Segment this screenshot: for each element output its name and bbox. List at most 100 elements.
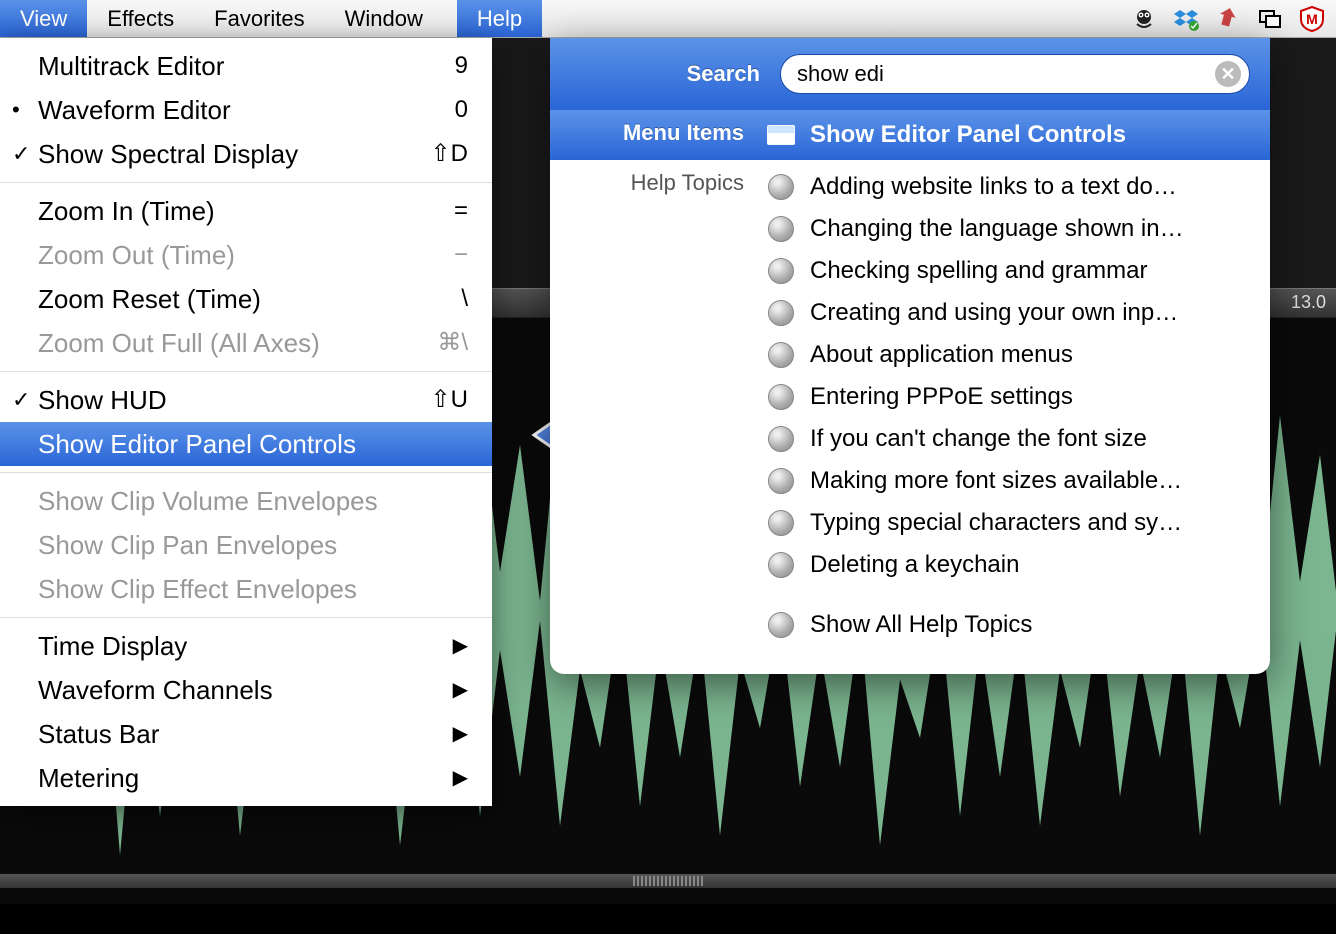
tray-arrow-icon[interactable] bbox=[1214, 5, 1242, 33]
help-menu-items-row[interactable]: Menu Items Show Editor Panel Controls bbox=[550, 110, 1270, 160]
help-topic-icon bbox=[766, 550, 796, 580]
submenu-arrow-icon: ▶ bbox=[453, 716, 468, 752]
help-topic-icon bbox=[766, 424, 796, 454]
checkmark-icon: ✓ bbox=[12, 382, 38, 418]
view-menu-item[interactable]: Status Bar▶ bbox=[0, 712, 492, 756]
menu-separator bbox=[0, 371, 492, 372]
checkmark-icon: ✓ bbox=[12, 136, 38, 172]
ruler-mark: 13.0 bbox=[1291, 292, 1326, 313]
help-topic-icon bbox=[766, 214, 796, 244]
view-menu-item: Show Clip Effect Envelopes bbox=[0, 567, 492, 611]
view-menu-item: Show Clip Volume Envelopes bbox=[0, 479, 492, 523]
menu-shortcut: 0 bbox=[455, 92, 468, 128]
help-topic-icon bbox=[766, 382, 796, 412]
search-label: Search bbox=[550, 61, 760, 87]
menu-item-label: Show Spectral Display bbox=[38, 136, 431, 172]
view-menu-item[interactable]: Multitrack Editor9 bbox=[0, 44, 492, 88]
menu-separator bbox=[0, 617, 492, 618]
menu-item-label: Show Clip Pan Envelopes bbox=[38, 527, 468, 563]
help-topic-icon bbox=[766, 172, 796, 202]
menu-result-icon bbox=[766, 120, 796, 150]
help-show-all-row: Show All Help Topics bbox=[550, 592, 1270, 650]
menu-item-label: Multitrack Editor bbox=[38, 48, 455, 84]
menu-shortcut: ⇧D bbox=[431, 136, 468, 172]
help-menu-panel: Search ✕ Menu Items Show Editor Panel Co… bbox=[550, 38, 1270, 674]
view-menu-item[interactable]: ✓Show HUD⇧U bbox=[0, 378, 492, 422]
view-menu-item: Zoom Out Full (All Axes)⌘\ bbox=[0, 321, 492, 365]
help-topic-label: Creating and using your own inp… bbox=[810, 299, 1178, 327]
show-all-help-topics[interactable]: Show All Help Topics bbox=[766, 606, 1256, 644]
mcafee-icon[interactable]: M bbox=[1298, 5, 1326, 33]
help-topic-label: Entering PPPoE settings bbox=[810, 383, 1073, 411]
show-all-label: Show All Help Topics bbox=[810, 611, 1032, 639]
menu-effects[interactable]: Effects bbox=[87, 0, 194, 37]
view-menu-item[interactable]: Waveform Channels▶ bbox=[0, 668, 492, 712]
help-topic-item[interactable]: Creating and using your own inp… bbox=[766, 292, 1256, 334]
clear-search-icon[interactable]: ✕ bbox=[1215, 61, 1241, 87]
menu-item-label: Zoom Out (Time) bbox=[38, 237, 454, 273]
view-menu-item: Zoom Out (Time)− bbox=[0, 233, 492, 277]
help-topic-label: If you can't change the font size bbox=[810, 425, 1147, 453]
view-menu-item[interactable]: Time Display▶ bbox=[0, 624, 492, 668]
menu-window[interactable]: Window bbox=[325, 0, 443, 37]
help-topic-icon bbox=[766, 340, 796, 370]
view-menu-item[interactable]: Metering▶ bbox=[0, 756, 492, 800]
view-menu-dropdown: Multitrack Editor9•Waveform Editor0✓Show… bbox=[0, 38, 492, 806]
menu-shortcut: = bbox=[454, 193, 468, 229]
help-topics-row: Help Topics Adding website links to a te… bbox=[550, 160, 1270, 592]
help-topic-label: Changing the language shown in… bbox=[810, 215, 1184, 243]
help-menu-result-label: Show Editor Panel Controls bbox=[810, 121, 1126, 149]
menu-shortcut: ⇧U bbox=[431, 382, 468, 418]
menu-favorites[interactable]: Favorites bbox=[194, 0, 324, 37]
help-topic-label: Making more font sizes available… bbox=[810, 467, 1182, 495]
help-topic-item[interactable]: Deleting a keychain bbox=[766, 544, 1256, 586]
menu-items-label: Menu Items bbox=[550, 110, 760, 160]
view-menu-item[interactable]: Show Editor Panel Controls bbox=[0, 422, 492, 466]
menu-item-label: Zoom In (Time) bbox=[38, 193, 454, 229]
view-menu-item[interactable]: Zoom In (Time)= bbox=[0, 189, 492, 233]
menu-view[interactable]: View bbox=[0, 0, 87, 37]
help-topic-item[interactable]: Making more font sizes available… bbox=[766, 460, 1256, 502]
help-topic-icon bbox=[766, 298, 796, 328]
menu-item-label: Zoom Reset (Time) bbox=[38, 281, 461, 317]
menu-shortcut: − bbox=[454, 237, 468, 273]
help-topic-item[interactable]: Changing the language shown in… bbox=[766, 208, 1256, 250]
tray-app-icon[interactable] bbox=[1130, 5, 1158, 33]
menu-shortcut: 9 bbox=[455, 48, 468, 84]
menu-help[interactable]: Help bbox=[457, 0, 542, 37]
resize-handle-icon bbox=[633, 876, 703, 886]
help-menu-result[interactable]: Show Editor Panel Controls bbox=[766, 116, 1256, 154]
bullet-icon: • bbox=[12, 92, 38, 128]
help-topic-icon bbox=[766, 610, 796, 640]
tray-screens-icon[interactable] bbox=[1256, 5, 1284, 33]
help-topic-item[interactable]: Entering PPPoE settings bbox=[766, 376, 1256, 418]
system-tray: M bbox=[1130, 0, 1336, 37]
menu-item-label: Metering bbox=[38, 760, 453, 796]
dropbox-icon[interactable] bbox=[1172, 5, 1200, 33]
menu-item-label: Status Bar bbox=[38, 716, 453, 752]
view-menu-item: Show Clip Pan Envelopes bbox=[0, 523, 492, 567]
help-topic-item[interactable]: Typing special characters and sy… bbox=[766, 502, 1256, 544]
help-topic-item[interactable]: Adding website links to a text do… bbox=[766, 166, 1256, 208]
help-topic-item[interactable]: About application menus bbox=[766, 334, 1256, 376]
menu-window-label: Window bbox=[345, 6, 423, 32]
submenu-arrow-icon: ▶ bbox=[453, 628, 468, 664]
help-topic-item[interactable]: Checking spelling and grammar bbox=[766, 250, 1256, 292]
menu-separator bbox=[0, 472, 492, 473]
menu-shortcut: ⌘\ bbox=[437, 325, 468, 361]
help-topic-icon bbox=[766, 256, 796, 286]
view-menu-item[interactable]: ✓Show Spectral Display⇧D bbox=[0, 132, 492, 176]
search-input[interactable] bbox=[797, 61, 1215, 87]
submenu-arrow-icon: ▶ bbox=[453, 760, 468, 796]
help-topic-item[interactable]: If you can't change the font size bbox=[766, 418, 1256, 460]
panel-resize-bar[interactable] bbox=[0, 874, 1336, 888]
search-field[interactable]: ✕ bbox=[780, 54, 1250, 94]
menu-favorites-label: Favorites bbox=[214, 6, 304, 32]
menu-item-label: Show HUD bbox=[38, 382, 431, 418]
menu-item-label: Show Clip Effect Envelopes bbox=[38, 571, 468, 607]
view-menu-item[interactable]: •Waveform Editor0 bbox=[0, 88, 492, 132]
help-topic-label: Deleting a keychain bbox=[810, 551, 1019, 579]
view-menu-item[interactable]: Zoom Reset (Time)\ bbox=[0, 277, 492, 321]
help-topic-label: About application menus bbox=[810, 341, 1073, 369]
menu-view-label: View bbox=[20, 6, 67, 32]
